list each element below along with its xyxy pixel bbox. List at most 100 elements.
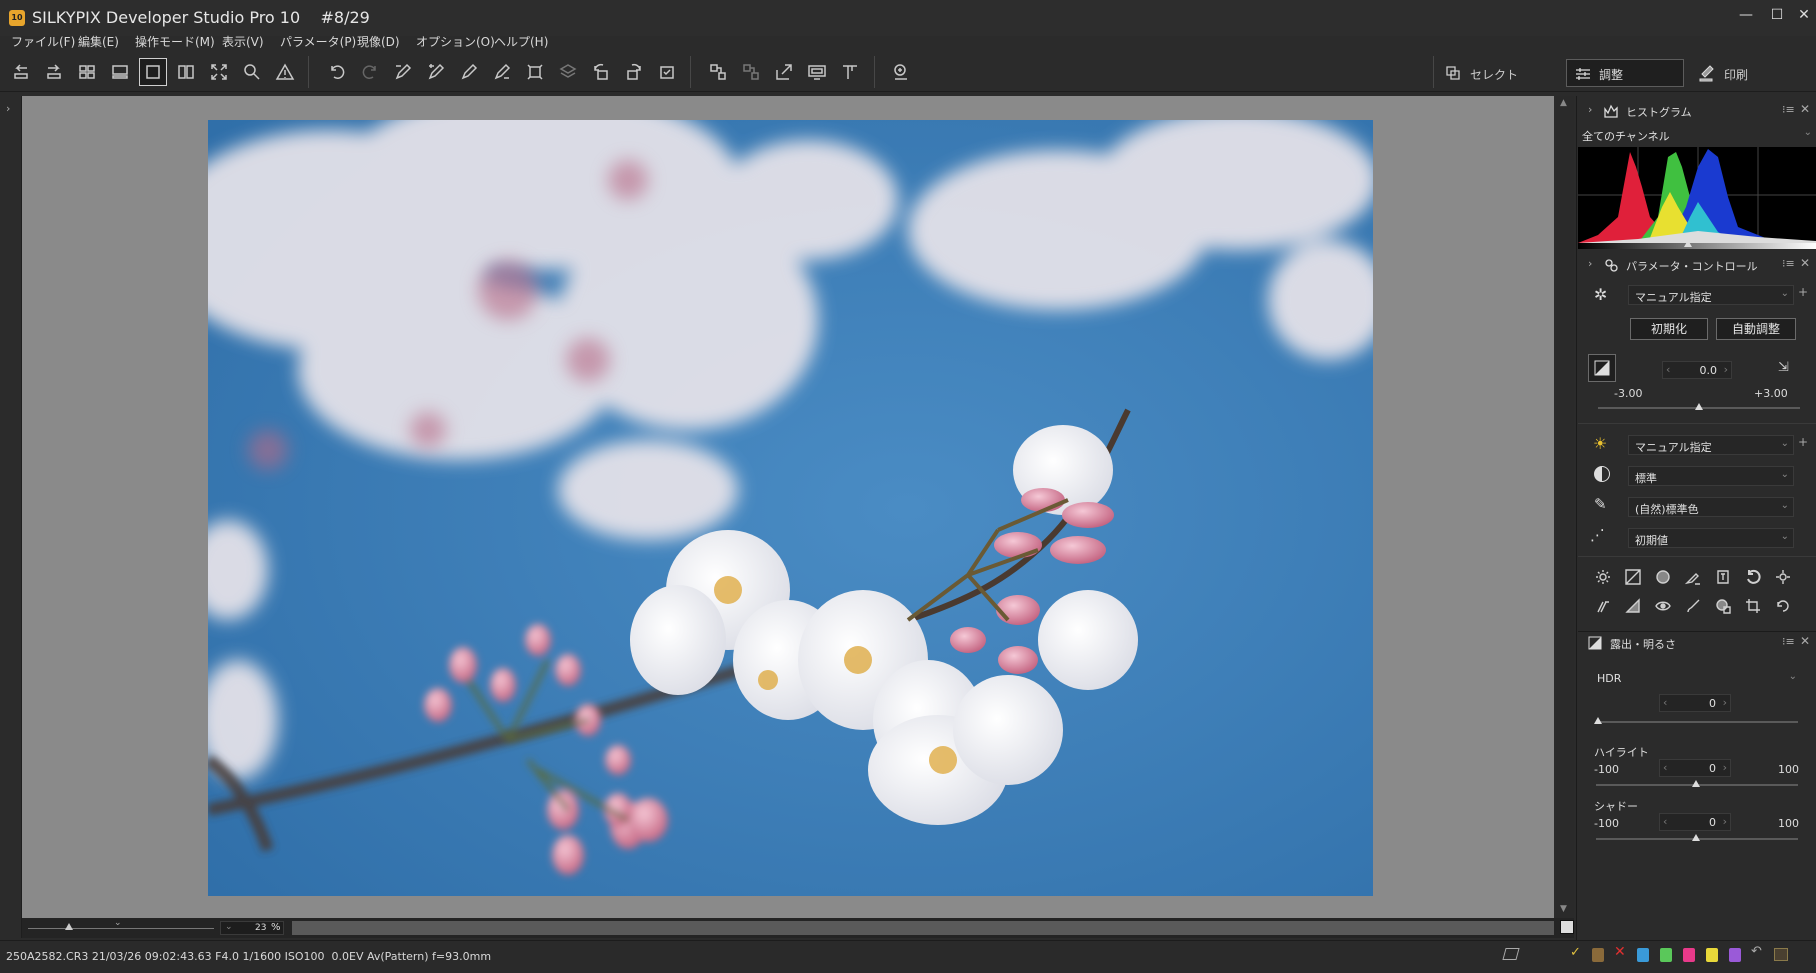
collapse-icon[interactable]: › xyxy=(1588,257,1592,270)
left-collapse-strip[interactable]: › xyxy=(0,96,22,938)
tone-select[interactable]: 標準 ⌄ xyxy=(1628,466,1794,486)
rotate-left-button[interactable] xyxy=(587,58,615,86)
viewer-vertical-scrollbar[interactable]: ▲ ▼ xyxy=(1556,96,1574,918)
param-control-header[interactable]: › パラメータ・コントロール ⁝≡ ✕ xyxy=(1578,254,1816,276)
rotate-tool-icon[interactable] xyxy=(1743,567,1763,587)
filmstrip-view-button[interactable] xyxy=(106,58,134,86)
decrement-icon[interactable]: ‹ xyxy=(1666,363,1670,376)
tone-tool-icon[interactable] xyxy=(1653,567,1673,587)
histogram-level-thumb[interactable] xyxy=(1684,240,1692,247)
menu-help[interactable]: ヘルプ(H) xyxy=(494,33,548,50)
close-button[interactable]: ✕ xyxy=(1793,4,1815,26)
exposure-panel-header[interactable]: 露出・明るさ ⁝≡ ✕ xyxy=(1578,631,1816,653)
compare-view-button[interactable] xyxy=(172,58,200,86)
single-view-button[interactable] xyxy=(139,58,167,86)
prev-image-button[interactable] xyxy=(7,58,35,86)
wb-add-icon[interactable]: + xyxy=(1798,435,1808,449)
check-icon[interactable]: ✓ xyxy=(1570,945,1581,960)
copy-param-button[interactable] xyxy=(389,58,417,86)
shadow-slider-thumb[interactable] xyxy=(1692,834,1700,841)
panel-close-icon[interactable]: ✕ xyxy=(1800,102,1810,116)
scroll-up-icon[interactable]: ▲ xyxy=(1560,98,1567,108)
tag-blue-icon[interactable] xyxy=(1637,948,1649,962)
exposure-tool-icon[interactable] xyxy=(1623,567,1643,587)
mask-tool-icon[interactable] xyxy=(1713,596,1733,616)
sharp-tool-icon[interactable] xyxy=(1593,596,1613,616)
fit-view-button[interactable] xyxy=(205,58,233,86)
decrement-icon[interactable]: ‹ xyxy=(1663,696,1667,709)
panel-close-icon[interactable]: ✕ xyxy=(1800,256,1810,270)
reset-tool-icon[interactable] xyxy=(1773,596,1793,616)
menu-file[interactable]: ファイル(F) xyxy=(11,33,75,50)
increment-icon[interactable]: › xyxy=(1724,363,1728,376)
brush-tool-icon[interactable] xyxy=(1683,596,1703,616)
channel-select[interactable]: 全てのチャンネル ⌄ xyxy=(1578,125,1816,145)
photo-preview[interactable] xyxy=(208,120,1373,896)
viewer-horizontal-scrollbar[interactable] xyxy=(292,921,1554,935)
mode-print-button[interactable]: 印刷 xyxy=(1690,60,1800,86)
histogram-header[interactable]: › ヒストグラム ⁝≡ ✕ xyxy=(1578,100,1816,122)
tag-brown-icon[interactable] xyxy=(1592,948,1604,962)
decrement-icon[interactable]: ‹ xyxy=(1663,761,1667,774)
exposure-spinner[interactable]: ‹ 0.0 › xyxy=(1662,361,1732,379)
menu-edit[interactable]: 編集(E) xyxy=(78,33,119,50)
tag-purple-icon[interactable] xyxy=(1729,948,1741,962)
wb-tool-icon[interactable] xyxy=(1593,567,1613,587)
menu-view[interactable]: 表示(V) xyxy=(222,33,264,50)
undo-button[interactable] xyxy=(323,58,351,86)
menu-option[interactable]: オプション(O) xyxy=(416,33,495,50)
color-tool-icon[interactable] xyxy=(1683,567,1703,587)
rotate-back-icon[interactable]: ↶ xyxy=(1751,944,1762,959)
highlight-spinner[interactable]: ‹ 0 › xyxy=(1659,759,1731,777)
param-button-3[interactable] xyxy=(455,58,483,86)
trash-icon[interactable] xyxy=(1774,948,1788,961)
reset-button[interactable]: 初期化 xyxy=(1630,318,1708,340)
taste-add-icon[interactable]: + xyxy=(1798,285,1808,299)
fit-toggle-icon[interactable] xyxy=(1560,920,1574,934)
increment-icon[interactable]: › xyxy=(1723,761,1727,774)
paste-param-button[interactable] xyxy=(422,58,450,86)
crop-tool-icon[interactable] xyxy=(1743,596,1763,616)
hdr-select[interactable]: HDR ⌄ xyxy=(1590,668,1802,688)
mode-select-button[interactable]: セレクト xyxy=(1436,60,1566,86)
wb-select[interactable]: マニュアル指定 ⌄ xyxy=(1628,435,1794,455)
eye-tool-icon[interactable] xyxy=(1653,596,1673,616)
zoom-field[interactable]: ⌄ 23 % xyxy=(220,921,284,935)
export-button[interactable] xyxy=(770,58,798,86)
tag-pink-icon[interactable] xyxy=(1683,948,1695,962)
fullscreen-button[interactable] xyxy=(803,58,831,86)
exposure-toggle-button[interactable] xyxy=(1588,354,1616,382)
minimize-button[interactable]: — xyxy=(1735,4,1757,26)
menu-develop[interactable]: 現像(D) xyxy=(357,33,400,50)
param-button-4[interactable] xyxy=(488,58,516,86)
tool-t-button[interactable] xyxy=(836,58,864,86)
mark-button[interactable] xyxy=(653,58,681,86)
hdr-spinner[interactable]: ‹ 0 › xyxy=(1659,694,1731,712)
increment-icon[interactable]: › xyxy=(1723,815,1727,828)
zoom-slider-thumb[interactable] xyxy=(65,923,73,930)
hdr-slider-thumb[interactable] xyxy=(1594,717,1602,724)
decrement-icon[interactable]: ‹ xyxy=(1663,815,1667,828)
text-tool-icon[interactable] xyxy=(1713,567,1733,587)
panel-menu-icon[interactable]: ⁝≡ xyxy=(1782,257,1795,270)
rotate-right-button[interactable] xyxy=(620,58,648,86)
exposure-slider-thumb[interactable] xyxy=(1695,403,1703,410)
maximize-button[interactable]: ☐ xyxy=(1766,4,1788,26)
search-button[interactable] xyxy=(887,58,915,86)
settings-tool-icon[interactable] xyxy=(1773,567,1793,587)
auto-exposure-icon[interactable]: ⇲ xyxy=(1778,360,1789,375)
increment-icon[interactable]: › xyxy=(1723,696,1727,709)
warning-button[interactable] xyxy=(271,58,299,86)
crop-button[interactable] xyxy=(521,58,549,86)
expand-icon[interactable]: › xyxy=(6,102,10,115)
redo-button[interactable] xyxy=(356,58,384,86)
zoom-button[interactable] xyxy=(238,58,266,86)
tag-green-icon[interactable] xyxy=(1660,948,1672,962)
panel-menu-icon[interactable]: ⁝≡ xyxy=(1782,635,1795,648)
collapse-icon[interactable]: › xyxy=(1588,103,1592,116)
hdr-slider-track[interactable] xyxy=(1596,721,1798,723)
sharpness-select[interactable]: 初期値 ⌄ xyxy=(1628,528,1794,548)
taste-select[interactable]: マニュアル指定 ⌄ xyxy=(1628,285,1794,305)
auto-adjust-button[interactable]: 自動調整 xyxy=(1716,318,1796,340)
develop-all-button[interactable] xyxy=(737,58,765,86)
